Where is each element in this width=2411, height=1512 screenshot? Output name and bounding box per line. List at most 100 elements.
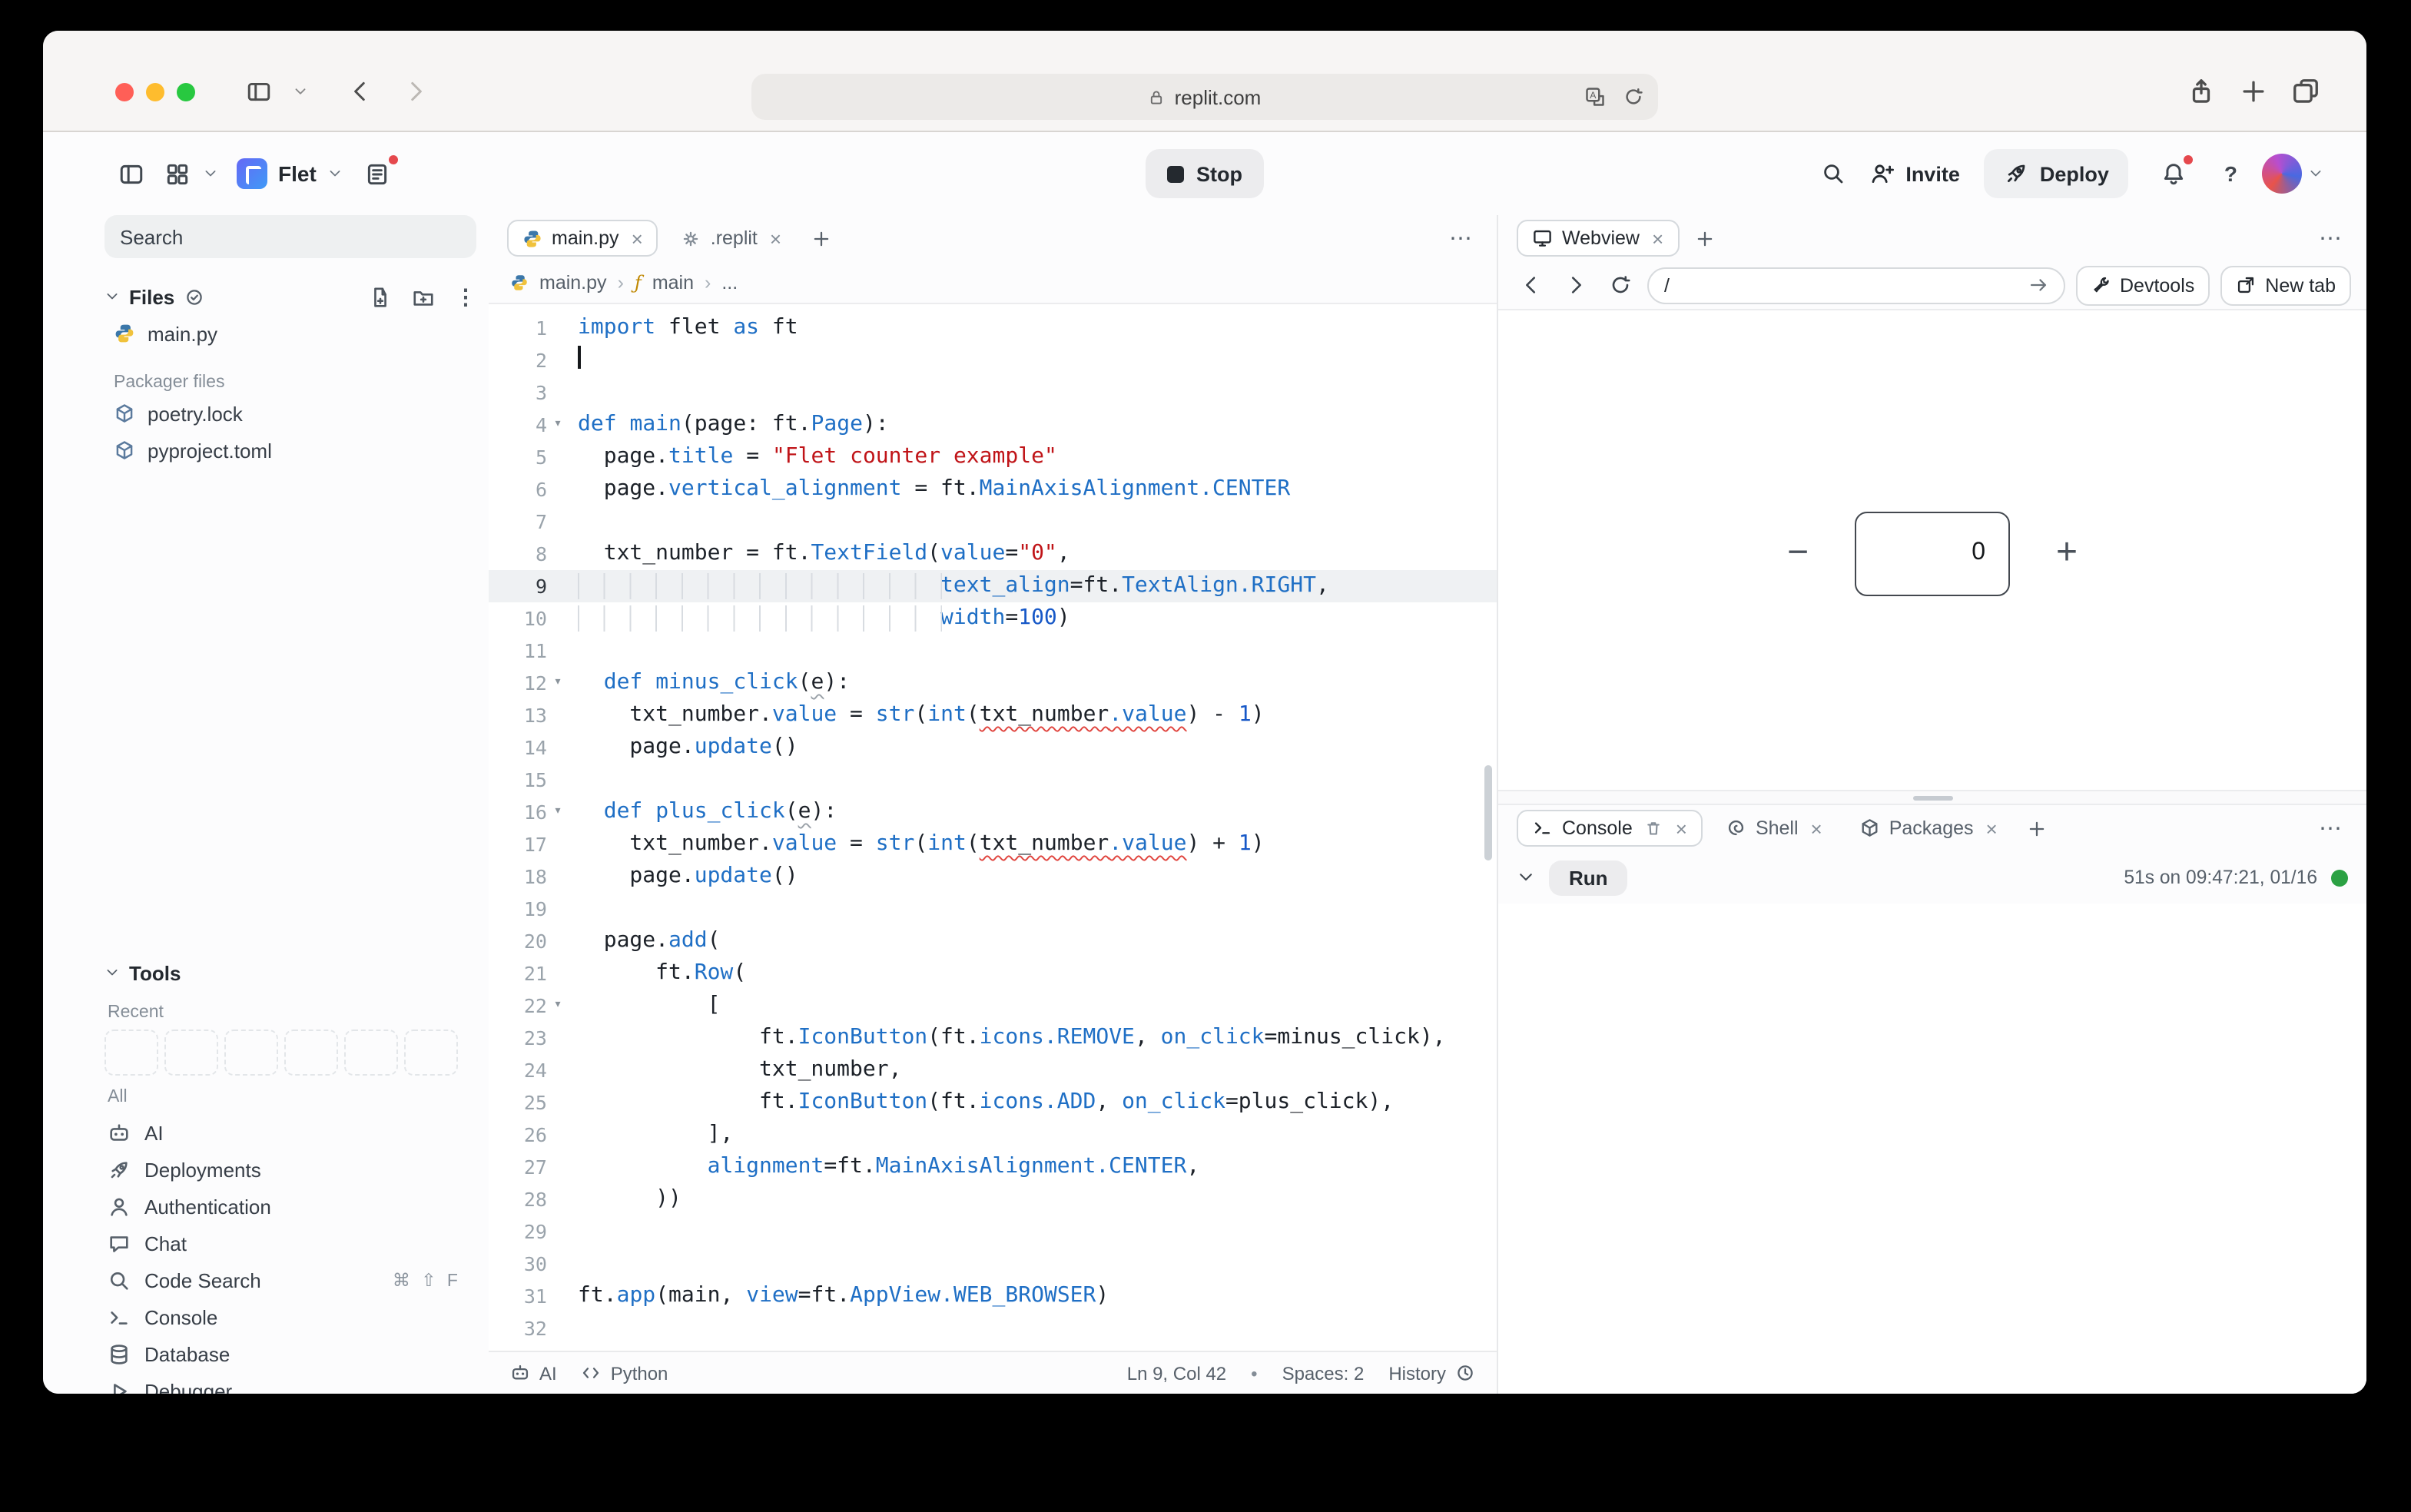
code-line[interactable]: 20 page.add( [489,925,1497,957]
back-button[interactable] [340,71,380,111]
close-tab-icon[interactable]: × [1676,818,1687,838]
code-line[interactable]: 7 [489,506,1497,538]
webview-options-icon[interactable]: ⋯ [2310,224,2351,252]
webview-refresh-button[interactable] [1603,268,1637,302]
new-file-icon[interactable] [369,285,392,308]
editor-options-icon[interactable]: ⋯ [1440,224,1481,252]
share-icon[interactable] [2187,77,2216,106]
invite-button[interactable]: Invite [1870,161,1960,186]
open-new-tab-button[interactable]: New tab [2220,265,2351,305]
file-item-poetry-lock[interactable]: poetry.lock [104,395,476,432]
fold-chevron-icon[interactable]: ▾ [547,990,569,1022]
code-line[interactable]: 11 [489,635,1497,667]
code-line[interactable]: 9 text_align=ft.TextAlign.RIGHT, [489,570,1497,602]
tools-chevron-icon[interactable] [104,965,120,980]
webview-address-bar[interactable]: / [1647,267,2064,303]
tools-section-header[interactable]: Tools [104,954,476,991]
code-line[interactable]: 22▾ [ [489,990,1497,1022]
status-spaces[interactable]: Spaces: 2 [1282,1362,1365,1384]
code-line[interactable]: 6 page.vertical_alignment = ft.MainAxisA… [489,473,1497,506]
editor-scrollbar[interactable] [1484,765,1492,860]
tab-shell[interactable]: Shell × [1712,810,1836,847]
code-line[interactable]: 18 page.update() [489,860,1497,893]
workspace-sidebar-toggle[interactable] [111,154,151,194]
reload-icon[interactable] [1623,86,1644,108]
forward-button[interactable] [395,71,435,111]
code-line[interactable]: 12▾ def minus_click(e): [489,667,1497,699]
file-item-main-py[interactable]: main.py [104,315,476,352]
plus-button[interactable]: + [2056,532,2078,575]
fold-chevron-icon[interactable]: ▾ [547,667,569,699]
tool-item-console[interactable]: Console [104,1298,476,1335]
close-window-button[interactable] [115,82,134,101]
tab-console[interactable]: Console × [1517,810,1703,847]
code-line[interactable]: 25 ft.IconButton(ft.icons.ADD, on_click=… [489,1086,1497,1119]
stop-button[interactable]: Stop [1146,149,1264,198]
tab-replit-config[interactable]: .replit × [668,220,795,257]
code-line[interactable]: 13 txt_number.value = str(int(txt_number… [489,699,1497,731]
tab-main-py[interactable]: main.py × [507,220,658,257]
search-input[interactable] [104,215,476,258]
webview-back-button[interactable] [1514,268,1547,302]
code-line[interactable]: 15 [489,764,1497,796]
code-line[interactable]: 28 )) [489,1183,1497,1215]
code-line[interactable]: 23 ft.IconButton(ft.icons.REMOVE, on_cli… [489,1022,1497,1054]
breadcrumb[interactable]: main.py › ƒ main › ... [489,261,1497,304]
code-line[interactable]: 32 [489,1312,1497,1345]
code-editor[interactable]: 1import flet as ft234▾def main(page: ft.… [489,304,1497,1351]
counter-field[interactable]: 0 [1855,511,2010,595]
fold-chevron-icon[interactable]: ▾ [547,796,569,828]
code-line[interactable]: 27 alignment=ft.MainAxisAlignment.CENTER… [489,1151,1497,1183]
code-line[interactable]: 29 [489,1215,1497,1248]
console-output[interactable] [1498,904,2366,1394]
tool-item-debugger[interactable]: Debugger [104,1372,476,1394]
webview-forward-button[interactable] [1558,268,1592,302]
status-history[interactable]: History [1388,1362,1475,1384]
status-language[interactable]: Python [582,1362,668,1384]
grid-chevron-icon[interactable] [203,166,218,181]
code-line[interactable]: 21 ft.Row( [489,957,1497,990]
status-cursor-position[interactable]: Ln 9, Col 42 [1127,1362,1226,1384]
code-line[interactable]: 8 txt_number = ft.TextField(value="0", [489,538,1497,570]
project-menu[interactable]: Flet [237,158,343,189]
console-options-icon[interactable]: ⋯ [2310,814,2351,842]
files-chevron-icon[interactable] [104,289,120,304]
close-tab-icon[interactable]: × [1811,818,1822,838]
code-line[interactable]: 24 txt_number, [489,1054,1497,1086]
close-tab-icon[interactable]: × [1652,228,1663,248]
workspace-grid-icon[interactable] [157,154,197,194]
code-line[interactable]: 19 [489,893,1497,925]
files-options-icon[interactable]: ⋮ [455,286,476,307]
fold-chevron-icon[interactable]: ▾ [547,409,569,441]
tab-overview-icon[interactable] [2291,77,2320,106]
tool-item-authentication[interactable]: Authentication [104,1188,476,1225]
tool-item-database[interactable]: Database [104,1335,476,1372]
close-tab-icon[interactable]: × [770,228,781,248]
splitter-handle[interactable] [1912,795,1952,800]
run-button[interactable]: Run [1549,860,1628,895]
code-line[interactable]: 31ft.app(main, view=ft.AppView.WEB_BROWS… [489,1280,1497,1312]
address-bar[interactable]: replit.com A [751,74,1658,120]
code-line[interactable]: 4▾def main(page: ft.Page): [489,409,1497,441]
search-icon[interactable] [1821,161,1846,186]
new-folder-icon[interactable] [412,285,435,308]
new-browser-tab-icon[interactable] [2239,77,2268,106]
go-arrow-icon[interactable] [2028,275,2048,295]
code-line[interactable]: 5 page.title = "Flet counter example" [489,441,1497,473]
code-line[interactable]: 2 [489,344,1497,376]
code-line[interactable]: 10 width=100) [489,602,1497,635]
minimize-window-button[interactable] [146,82,164,101]
help-button[interactable]: ? [2224,161,2237,186]
code-line[interactable]: 3 [489,376,1497,409]
tab-packages[interactable]: Packages × [1846,810,2011,847]
safari-sidebar-toggle[interactable] [238,71,278,111]
status-ai[interactable]: AI [510,1362,557,1384]
notes-icon[interactable] [358,154,398,194]
tool-item-deployments[interactable]: Deployments [104,1151,476,1188]
minus-button[interactable]: − [1787,532,1809,575]
account-menu[interactable] [2262,154,2323,194]
panel-splitter[interactable] [1498,790,2366,805]
console-new-tab-button[interactable] [2021,811,2054,845]
collapse-run-icon[interactable] [1517,868,1535,887]
notifications-bell-icon[interactable] [2154,154,2194,194]
